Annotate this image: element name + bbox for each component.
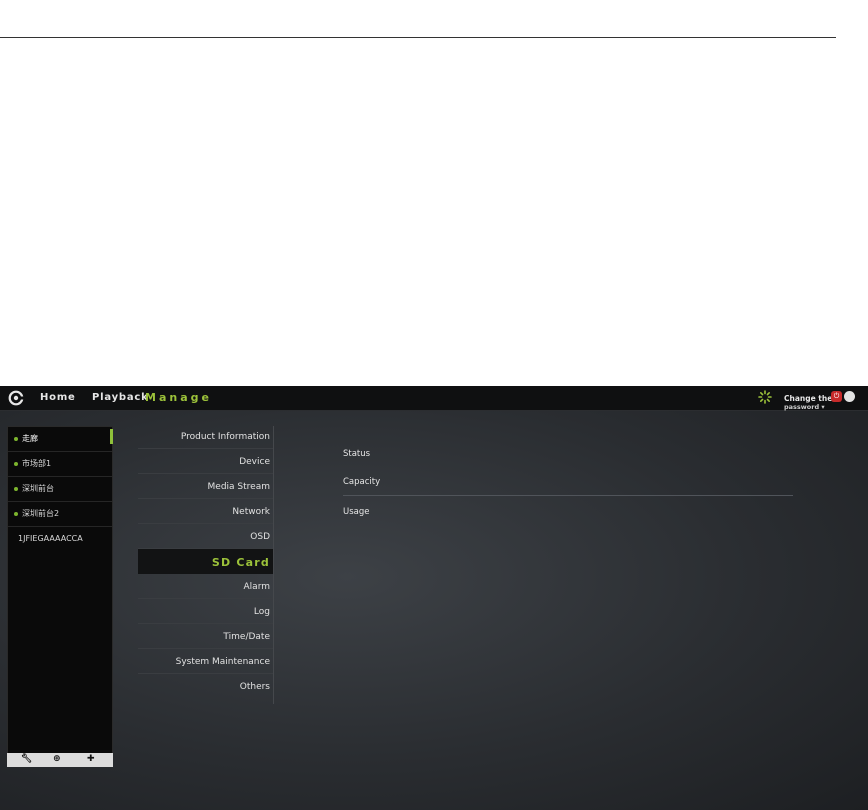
menu-system-maintenance[interactable]: System Maintenance	[138, 649, 274, 674]
globe-icon[interactable]	[844, 391, 855, 402]
password-label: password	[784, 403, 820, 411]
menu-sd-card[interactable]: SD Card	[138, 549, 274, 574]
document-rule	[0, 37, 836, 38]
online-status-dot	[14, 487, 18, 491]
menu-time-date[interactable]: Time/Date	[138, 624, 274, 649]
menu-others[interactable]: Others	[138, 674, 274, 699]
power-icon[interactable]: ⏻	[831, 391, 842, 402]
online-status-dot	[14, 462, 18, 466]
nav-playback[interactable]: Playback	[92, 392, 149, 403]
menu-network[interactable]: Network	[138, 499, 274, 524]
online-status-dot	[14, 437, 18, 441]
usage-label: Usage	[343, 507, 370, 517]
menu-divider	[273, 426, 274, 704]
app-logo-icon	[8, 390, 24, 406]
app-window: Home Playback Manage Change the password…	[0, 386, 868, 810]
device-item[interactable]: 深圳前台2	[8, 502, 112, 527]
change-password-label: Change the	[784, 394, 833, 403]
nav-manage[interactable]: Manage	[145, 391, 212, 404]
online-status-dot	[14, 512, 18, 516]
menu-device[interactable]: Device	[138, 449, 274, 474]
capacity-label: Capacity	[343, 477, 381, 487]
add-icon[interactable]: ✚	[87, 754, 95, 764]
device-item[interactable]: 走廊	[8, 427, 112, 452]
nav-home[interactable]: Home	[40, 392, 76, 403]
device-toolbar: 🔧︎ ⊕ ✚	[7, 753, 113, 767]
device-label: 深圳前台2	[22, 509, 60, 518]
device-label: 1JFIEGAAAACCA	[18, 534, 83, 543]
change-password-menu[interactable]: Change the password ▾	[784, 394, 832, 412]
chevron-down-icon: ▾	[821, 403, 825, 411]
device-label: 市场部1	[22, 459, 52, 468]
device-item[interactable]: 1JFIEGAAAACCA	[8, 527, 112, 552]
loading-spinner-icon	[758, 390, 772, 404]
device-label: 深圳前台	[22, 484, 54, 493]
device-item[interactable]: 市场部1	[8, 452, 112, 477]
menu-osd[interactable]: OSD	[138, 524, 274, 549]
wrench-icon[interactable]: 🔧︎	[21, 754, 32, 764]
device-list-panel: 走廊 市场部1 深圳前台 深圳前台2 1JFIEGAAAACCA	[7, 426, 113, 754]
device-label: 走廊	[22, 434, 38, 443]
menu-log[interactable]: Log	[138, 599, 274, 624]
zoom-icon[interactable]: ⊕	[53, 754, 61, 764]
settings-menu: Product Information Device Media Stream …	[138, 424, 274, 699]
selected-device-marker	[110, 429, 113, 444]
top-bar: Home Playback Manage Change the password…	[0, 386, 868, 411]
device-item[interactable]: 深圳前台	[8, 477, 112, 502]
menu-alarm[interactable]: Alarm	[138, 574, 274, 599]
menu-media-stream[interactable]: Media Stream	[138, 474, 274, 499]
status-label: Status	[343, 449, 371, 459]
menu-product-information[interactable]: Product Information	[138, 424, 274, 449]
capacity-divider	[343, 495, 793, 496]
